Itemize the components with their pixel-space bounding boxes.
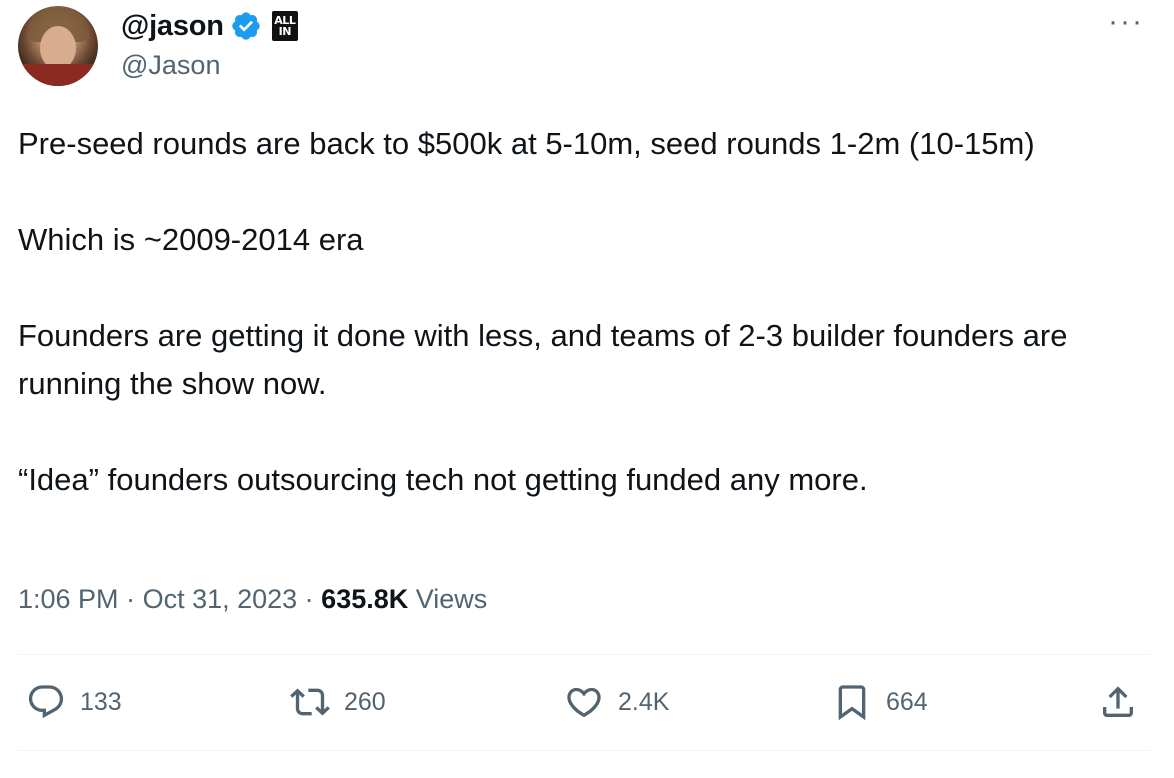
author-name-row: @jason ALL IN <box>121 8 298 44</box>
tweet-metadata: 1:06 PM · Oct 31, 2023 · 635.8K Views <box>18 584 487 615</box>
tweet-text: Pre-seed rounds are back to $500k at 5-1… <box>18 120 1158 504</box>
reply-count: 133 <box>80 687 122 716</box>
bookmark-count: 664 <box>886 687 928 716</box>
share-icon <box>1103 686 1133 717</box>
meta-separator: · <box>118 584 143 614</box>
retweet-count: 260 <box>344 687 386 716</box>
tweet-paragraph: “Idea” founders outsourcing tech not get… <box>18 462 868 497</box>
share-button[interactable] <box>1098 682 1138 722</box>
bookmark-icon <box>838 685 866 721</box>
tweet-paragraph: Pre-seed rounds are back to $500k at 5-1… <box>18 126 1035 161</box>
tweet-card: @jason ALL IN @Jason ··· Pre-seed rounds… <box>0 0 1174 778</box>
tweet-paragraph: Which is ~2009-2014 era <box>18 222 364 257</box>
tweet-time[interactable]: 1:06 PM <box>18 584 119 614</box>
action-bar: 133 260 2.4K 664 <box>0 680 1174 730</box>
author-display-name[interactable]: @jason <box>121 10 224 43</box>
like-button[interactable]: 2.4K <box>564 682 669 722</box>
tweet-date[interactable]: Oct 31, 2023 <box>143 584 298 614</box>
author-handle[interactable]: @Jason <box>121 50 220 81</box>
views-label: Views <box>408 584 488 614</box>
retweet-icon <box>290 688 330 716</box>
all-in-affiliation-badge[interactable]: ALL IN <box>271 11 298 41</box>
bookmark-button[interactable]: 664 <box>832 682 928 722</box>
divider <box>18 750 1150 751</box>
avatar-shirt <box>18 64 98 86</box>
like-count: 2.4K <box>618 687 670 716</box>
avatar[interactable] <box>18 6 98 86</box>
reply-button[interactable]: 133 <box>26 682 122 722</box>
divider <box>18 654 1150 655</box>
retweet-button[interactable]: 260 <box>290 682 386 722</box>
views-count: 635.8K <box>321 584 409 614</box>
meta-separator: · <box>297 584 322 614</box>
tweet-paragraph: Founders are getting it done with less, … <box>18 318 1068 401</box>
heart-icon <box>567 687 601 718</box>
reply-icon <box>28 685 64 719</box>
verified-badge-icon <box>232 12 260 40</box>
more-options-icon[interactable]: ··· <box>1108 7 1144 37</box>
affiliation-line2: IN <box>278 25 292 38</box>
